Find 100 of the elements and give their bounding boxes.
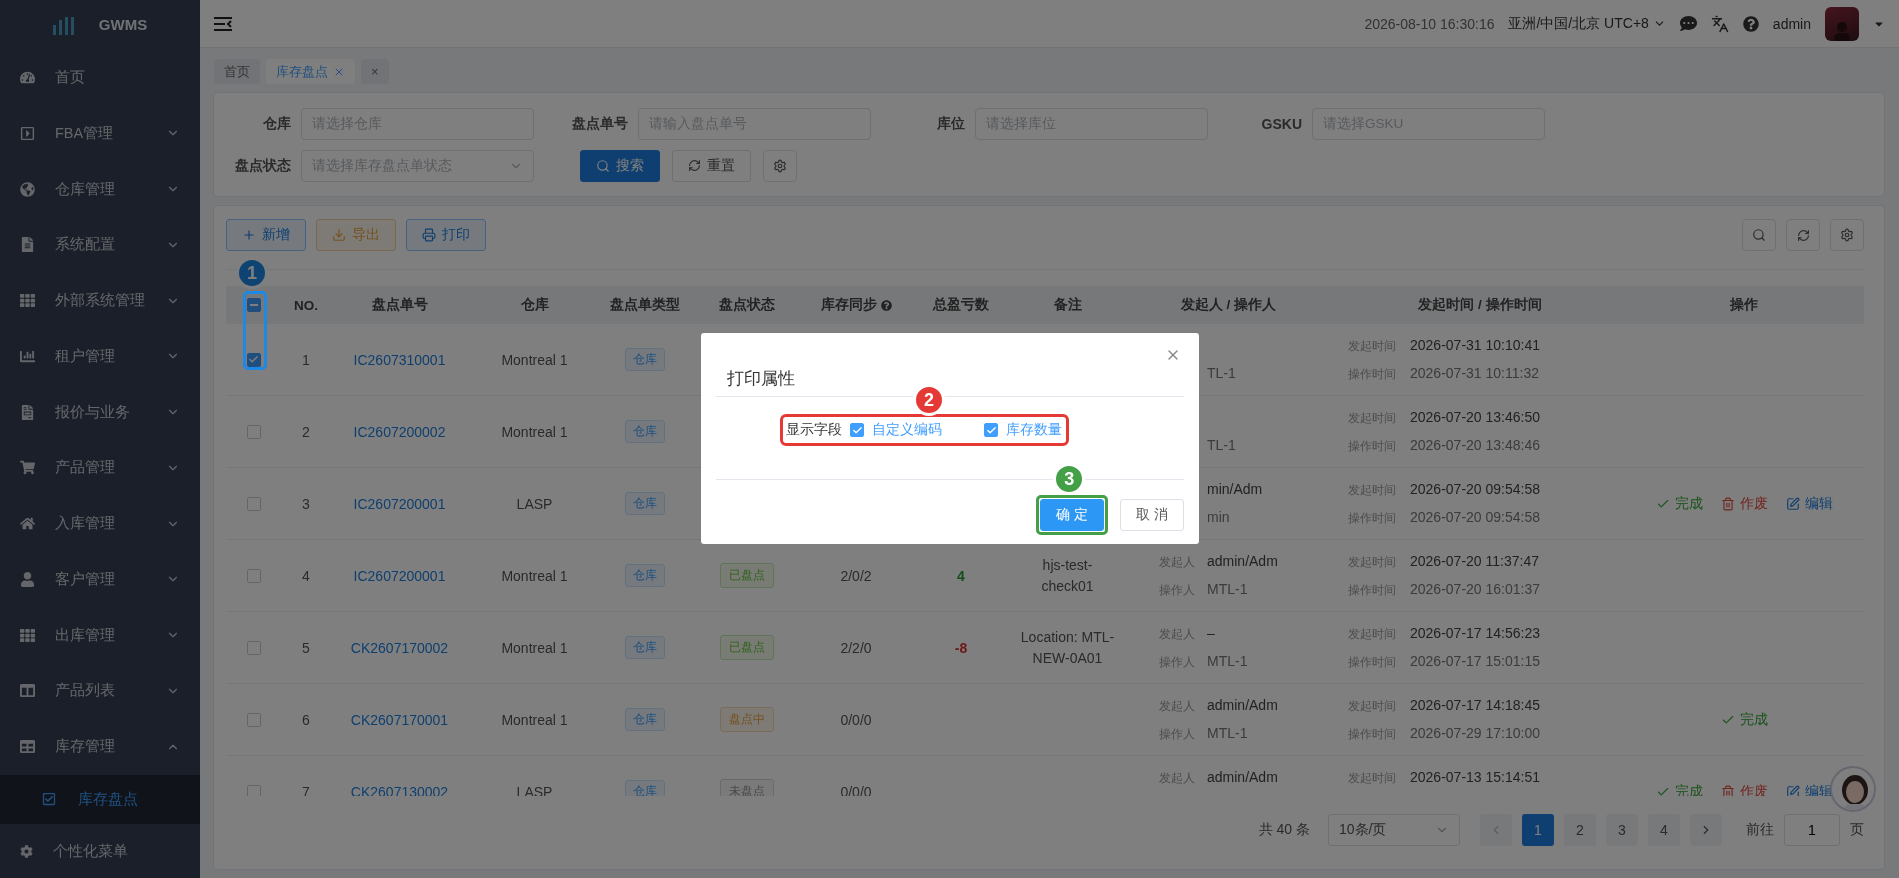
toolbar-button[interactable]: 导出 xyxy=(316,219,396,251)
order-link[interactable]: IC2607200001 xyxy=(353,495,446,512)
settings-icon xyxy=(773,158,787,173)
sidebar-item[interactable]: 入库管理 xyxy=(0,495,200,552)
sidebar-item[interactable]: 系统配置 xyxy=(0,217,200,273)
menu-fold-icon[interactable] xyxy=(214,16,232,31)
checkbox[interactable] xyxy=(246,568,261,583)
field-value: 2026-07-20 13:48:46 xyxy=(1410,436,1540,453)
search-button[interactable]: 搜索 xyxy=(580,149,660,182)
field-value: MTL-1 xyxy=(1207,652,1248,669)
sidebar-item[interactable]: 仓库管理 xyxy=(0,161,200,217)
translate-icon[interactable] xyxy=(1710,14,1729,33)
field-value: 2026-07-20 16:01:37 xyxy=(1410,580,1540,597)
page-tab[interactable]: × xyxy=(361,59,389,84)
checkbox-icon xyxy=(42,792,56,807)
chat-icon[interactable] xyxy=(1679,15,1697,32)
table-cell-text: 4 xyxy=(301,566,311,586)
reset-button[interactable]: 重置 xyxy=(672,149,751,182)
type-tag: 仓库 xyxy=(625,348,665,371)
checkbox[interactable] xyxy=(246,352,261,367)
user-name[interactable]: admin xyxy=(1772,15,1811,32)
invoice-icon xyxy=(20,404,35,420)
field-value: MTL-1 xyxy=(1207,580,1248,597)
edit-icon xyxy=(1785,784,1800,796)
checkbox[interactable] xyxy=(246,712,261,727)
option-checkbox[interactable]: 库存数量 xyxy=(984,421,1062,439)
table-cell-text: Location: MTL-NEW-0A01 xyxy=(1019,628,1116,668)
action-link[interactable]: 编辑 xyxy=(1785,494,1833,513)
option-checkbox[interactable]: 自定义编码 xyxy=(850,421,942,439)
app-name: GWMS xyxy=(98,16,148,34)
sidebar-item[interactable]: 个性化菜单 xyxy=(0,824,200,878)
sidebar-item[interactable]: 外部系统管理 xyxy=(0,272,200,329)
sidebar-item[interactable]: 产品列表 xyxy=(0,663,200,719)
order-link[interactable]: CK2607170001 xyxy=(350,711,449,728)
sidebar-item[interactable]: FBA管理 xyxy=(0,105,200,162)
order-link[interactable]: IC2607310001 xyxy=(353,351,446,368)
field-label: 盘点状态 xyxy=(234,156,291,175)
action-link[interactable]: 作废 xyxy=(1720,494,1768,513)
help-icon[interactable] xyxy=(1742,15,1759,32)
sidebar-item[interactable]: 客户管理 xyxy=(0,551,200,608)
sidebar-item[interactable]: 库存管理 xyxy=(0,718,200,775)
action-link[interactable]: 完成 xyxy=(1720,710,1768,729)
toolbar-button[interactable]: 打印 xyxy=(406,219,486,251)
page-size-select[interactable]: 10条/页 xyxy=(1328,814,1460,846)
sidebar-item[interactable]: 报价与业务 xyxy=(0,384,200,440)
table-icon xyxy=(20,739,35,755)
sidebar-subitem[interactable]: 库存盘点 xyxy=(0,774,200,825)
search-button[interactable] xyxy=(1742,219,1776,251)
page-tab[interactable]: 库存盘点 xyxy=(266,59,355,84)
select-all-checkbox[interactable] xyxy=(246,298,261,312)
user-icon xyxy=(20,571,35,587)
table-cell: 4 xyxy=(957,567,965,584)
check-icon xyxy=(851,424,863,436)
field-value: 2026-07-20 13:46:50 xyxy=(1410,408,1540,425)
sidebar-item[interactable]: 租户管理 xyxy=(0,328,200,385)
column-header: 发起时间 / 操作时间 xyxy=(1417,296,1543,314)
order-link[interactable]: CK2607130002 xyxy=(350,783,449,796)
table-cell-text: LASP xyxy=(515,782,554,796)
toolbar-button[interactable]: 新增 xyxy=(226,219,306,251)
field-value: MTL-1 xyxy=(1207,724,1248,741)
field-label: 库位 xyxy=(936,114,965,133)
settings-button[interactable] xyxy=(1830,219,1864,251)
grid-icon xyxy=(20,293,35,309)
timezone-select[interactable]: 亚洲/中国/北京 UTC+8 xyxy=(1508,14,1666,33)
page-button[interactable]: 2 xyxy=(1564,814,1596,846)
checkbox[interactable] xyxy=(246,424,261,439)
sidebar-item[interactable]: 出库管理 xyxy=(0,607,200,663)
order-link[interactable]: CK2607170002 xyxy=(350,639,449,656)
field-label: 显示字段 xyxy=(786,421,842,439)
page-tab[interactable]: 首页 xyxy=(214,59,260,84)
page-button[interactable]: 3 xyxy=(1606,814,1638,846)
sidebar-item[interactable]: 首页 xyxy=(0,49,200,106)
bar-chart-icon xyxy=(20,348,35,364)
next-page-button[interactable] xyxy=(1690,814,1722,846)
trash-icon xyxy=(1720,496,1735,511)
checkbox[interactable] xyxy=(246,496,261,511)
house-icon xyxy=(20,516,35,532)
column-header: 仓库 xyxy=(519,296,550,314)
refresh-button[interactable] xyxy=(1786,219,1820,251)
settings-button[interactable] xyxy=(763,149,797,182)
table-cell-text: Montreal 1 xyxy=(500,350,569,370)
status-tag: 已盘点 xyxy=(719,563,774,588)
gauge-icon xyxy=(20,70,35,86)
user-avatar[interactable] xyxy=(1825,6,1859,41)
plus-icon xyxy=(242,228,256,242)
action-link[interactable]: 完成 xyxy=(1655,494,1703,513)
cancel-button[interactable]: 取 消 xyxy=(1120,499,1184,531)
sidebar-item[interactable]: 产品管理 xyxy=(0,440,200,496)
confirm-button[interactable]: 确 定 xyxy=(1040,499,1105,531)
page-input[interactable]: 1 xyxy=(1784,814,1840,846)
page-button[interactable]: 1 xyxy=(1522,814,1554,846)
order-link[interactable]: IC2607200001 xyxy=(353,567,446,584)
checkbox[interactable] xyxy=(246,640,261,655)
table-cell: 0/0/0 xyxy=(840,783,872,796)
table-cell-text: hjs-test-check01 xyxy=(1040,556,1095,596)
order-link[interactable]: IC2607200002 xyxy=(353,423,446,440)
page-button[interactable]: 4 xyxy=(1648,814,1680,846)
table-cell: -8 xyxy=(954,639,968,656)
checkbox[interactable] xyxy=(246,784,261,796)
page-suffix: 页 xyxy=(1850,821,1864,839)
